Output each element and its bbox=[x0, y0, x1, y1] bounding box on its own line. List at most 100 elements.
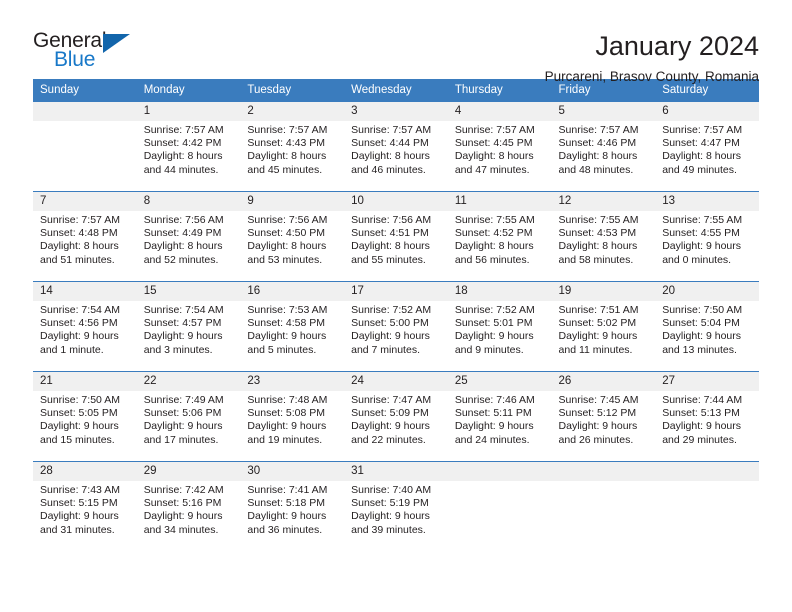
day-cell[interactable]: 13 Sunrise: 7:55 AM Sunset: 4:55 PM Dayligh… bbox=[655, 191, 759, 282]
day-cell[interactable]: 23 Sunrise: 7:48 AM Sunset: 5:08 PM Dayligh… bbox=[240, 371, 345, 462]
sunset-text: Sunset: 5:15 PM bbox=[40, 497, 118, 510]
day-number: 22 bbox=[136, 372, 241, 391]
day-cell[interactable]: 9 Sunrise: 7:56 AM Sunset: 4:50 PM Daylight… bbox=[240, 191, 345, 282]
sunrise-text: Sunrise: 7:40 AM bbox=[351, 484, 432, 496]
daylight-text-cont: and 19 minutes. bbox=[247, 433, 323, 446]
sunset-text: Sunset: 4:53 PM bbox=[558, 227, 637, 240]
day-number: 10 bbox=[344, 192, 448, 211]
day-cell[interactable]: 22 Sunrise: 7:49 AM Sunset: 5:06 PM Dayligh… bbox=[136, 371, 241, 462]
day-cell[interactable]: 27 Sunrise: 7:44 AM Sunset: 5:13 PM Dayligh… bbox=[655, 371, 759, 462]
day-cell[interactable]: 25 Sunrise: 7:46 AM Sunset: 5:11 PM Dayligh… bbox=[447, 371, 552, 462]
day-cell[interactable]: 16 Sunrise: 7:53 AM Sunset: 4:58 PM Dayligh… bbox=[240, 281, 345, 372]
day-cell-inner: 5 Sunrise: 7:57 AM Sunset: 4:46 PM Daylight… bbox=[551, 102, 656, 191]
day-number: 18 bbox=[447, 282, 552, 301]
day-cell[interactable]: 11 Sunrise: 7:55 AM Sunset: 4:52 PM Dayligh… bbox=[447, 191, 552, 282]
day-cell-inner: 19 Sunrise: 7:51 AM Sunset: 5:02 PM Dayligh… bbox=[551, 282, 656, 371]
day-details: Sunrise: 7:50 AM Sunset: 5:04 PM Daylight:… bbox=[655, 301, 759, 357]
daylight-text: Daylight: 8 hours bbox=[558, 150, 638, 163]
day-details: Sunrise: 7:48 AM Sunset: 5:08 PM Daylight:… bbox=[240, 391, 344, 447]
day-cell-inner: 31 Sunrise: 7:40 AM Sunset: 5:19 PM Dayligh… bbox=[344, 462, 448, 552]
day-cell[interactable]: 2 Sunrise: 7:57 AM Sunset: 4:43 PM Daylight… bbox=[240, 101, 345, 192]
sunrise-text: Sunrise: 7:56 AM bbox=[351, 214, 432, 226]
day-cell[interactable]: 20 Sunrise: 7:50 AM Sunset: 5:04 PM Dayligh… bbox=[655, 281, 759, 372]
day-number: 14 bbox=[33, 282, 137, 301]
day-cell-inner: 10 Sunrise: 7:56 AM Sunset: 4:51 PM Dayligh… bbox=[344, 192, 448, 281]
sunset-text: Sunset: 5:09 PM bbox=[351, 407, 429, 420]
sunset-text: Sunset: 5:19 PM bbox=[351, 497, 429, 510]
daylight-text-cont: and 34 minutes. bbox=[143, 523, 219, 536]
sunset-text: Sunset: 4:47 PM bbox=[662, 137, 740, 150]
daylight-text: Daylight: 9 hours bbox=[40, 420, 119, 433]
daylight-text-cont: and 36 minutes. bbox=[247, 523, 323, 536]
daylight-text-cont: and 24 minutes. bbox=[454, 433, 530, 446]
day-number: 24 bbox=[344, 372, 448, 391]
day-details: Sunrise: 7:54 AM Sunset: 4:57 PM Daylight:… bbox=[137, 301, 241, 357]
day-number: 30 bbox=[240, 462, 345, 481]
daylight-text-cont: and 58 minutes. bbox=[558, 253, 634, 266]
sunset-text: Sunset: 5:06 PM bbox=[143, 407, 222, 420]
sunrise-text: Sunrise: 7:49 AM bbox=[143, 394, 224, 406]
daylight-text-cont: and 56 minutes. bbox=[454, 253, 530, 266]
day-number: 9 bbox=[240, 192, 345, 211]
sunrise-text: Sunrise: 7:57 AM bbox=[558, 124, 639, 136]
day-cell-inner: 7 Sunrise: 7:57 AM Sunset: 4:48 PM Daylight… bbox=[33, 192, 137, 281]
sunset-text: Sunset: 4:50 PM bbox=[247, 227, 326, 240]
day-number bbox=[551, 462, 656, 481]
daylight-text: Daylight: 8 hours bbox=[351, 150, 430, 163]
sunrise-text: Sunrise: 7:56 AM bbox=[247, 214, 328, 226]
sunrise-text: Sunrise: 7:57 AM bbox=[662, 124, 743, 136]
day-details: Sunrise: 7:42 AM Sunset: 5:16 PM Daylight:… bbox=[137, 481, 241, 537]
day-cell[interactable]: 10 Sunrise: 7:56 AM Sunset: 4:51 PM Dayligh… bbox=[344, 191, 448, 282]
day-details: Sunrise: 7:57 AM Sunset: 4:46 PM Daylight:… bbox=[552, 121, 656, 177]
day-cell[interactable]: 17 Sunrise: 7:52 AM Sunset: 5:00 PM Dayligh… bbox=[344, 281, 448, 372]
day-cell[interactable]: 14 Sunrise: 7:54 AM Sunset: 4:56 PM Dayligh… bbox=[33, 281, 137, 372]
day-cell[interactable]: 7 Sunrise: 7:57 AM Sunset: 4:48 PM Daylight… bbox=[33, 191, 137, 282]
day-cell[interactable]: 4 Sunrise: 7:57 AM Sunset: 4:45 PM Daylight… bbox=[447, 101, 552, 192]
sunset-text: Sunset: 5:16 PM bbox=[143, 497, 222, 510]
day-cell[interactable]: 1 Sunrise: 7:57 AM Sunset: 4:42 PM Daylight… bbox=[136, 101, 241, 192]
sunset-text: Sunset: 5:18 PM bbox=[247, 497, 326, 510]
sunrise-text: Sunrise: 7:48 AM bbox=[247, 394, 328, 406]
daylight-text-cont: and 17 minutes. bbox=[143, 433, 219, 446]
daylight-text: Daylight: 9 hours bbox=[351, 420, 430, 433]
day-cell[interactable]: 31 Sunrise: 7:40 AM Sunset: 5:19 PM Dayligh… bbox=[344, 461, 448, 552]
sunrise-text: Sunrise: 7:57 AM bbox=[40, 214, 120, 226]
day-cell[interactable]: 5 Sunrise: 7:57 AM Sunset: 4:46 PM Daylight… bbox=[551, 101, 656, 192]
day-cell[interactable]: 15 Sunrise: 7:54 AM Sunset: 4:57 PM Dayligh… bbox=[136, 281, 241, 372]
day-cell[interactable]: 26 Sunrise: 7:45 AM Sunset: 5:12 PM Dayligh… bbox=[551, 371, 656, 462]
calendar-page: General Blue January 2024 Purcareni, Bra… bbox=[0, 0, 792, 612]
sunrise-text: Sunrise: 7:52 AM bbox=[454, 304, 535, 316]
day-number: 12 bbox=[551, 192, 656, 211]
daylight-text: Daylight: 8 hours bbox=[40, 240, 119, 253]
day-cell-inner: 8 Sunrise: 7:56 AM Sunset: 4:49 PM Daylight… bbox=[136, 192, 241, 281]
triangle-icon bbox=[103, 34, 130, 53]
day-cell[interactable]: 12 Sunrise: 7:55 AM Sunset: 4:53 PM Dayligh… bbox=[551, 191, 656, 282]
day-cell[interactable]: 19 Sunrise: 7:51 AM Sunset: 5:02 PM Dayligh… bbox=[551, 281, 656, 372]
page-subtitle: Purcareni, Brasov County, Romania bbox=[544, 69, 759, 85]
sunset-text: Sunset: 5:11 PM bbox=[454, 407, 532, 420]
day-cell[interactable]: 6 Sunrise: 7:57 AM Sunset: 4:47 PM Daylight… bbox=[655, 101, 759, 192]
day-cell[interactable]: 28 Sunrise: 7:43 AM Sunset: 5:15 PM Dayligh… bbox=[33, 461, 137, 552]
day-cell[interactable]: 18 Sunrise: 7:52 AM Sunset: 5:01 PM Dayligh… bbox=[447, 281, 552, 372]
day-cell-empty bbox=[551, 461, 656, 552]
daylight-text: Daylight: 9 hours bbox=[247, 510, 327, 523]
calendar-body: 1 Sunrise: 7:57 AM Sunset: 4:42 PM Daylight… bbox=[33, 101, 759, 552]
daylight-text: Daylight: 9 hours bbox=[40, 330, 119, 343]
day-cell[interactable]: 24 Sunrise: 7:47 AM Sunset: 5:09 PM Dayligh… bbox=[344, 371, 448, 462]
sunrise-text: Sunrise: 7:43 AM bbox=[40, 484, 120, 496]
title-block: January 2024 Purcareni, Brasov County, R… bbox=[544, 30, 759, 85]
general-blue-logo[interactable]: General Blue bbox=[33, 30, 143, 76]
daylight-text-cont: and 7 minutes. bbox=[351, 343, 420, 356]
sunrise-text: Sunrise: 7:57 AM bbox=[454, 124, 535, 136]
day-details: Sunrise: 7:56 AM Sunset: 4:49 PM Daylight:… bbox=[137, 211, 241, 267]
day-details: Sunrise: 7:49 AM Sunset: 5:06 PM Daylight:… bbox=[137, 391, 241, 447]
day-cell[interactable]: 3 Sunrise: 7:57 AM Sunset: 4:44 PM Daylight… bbox=[344, 101, 448, 192]
day-cell[interactable]: 8 Sunrise: 7:56 AM Sunset: 4:49 PM Daylight… bbox=[136, 191, 241, 282]
day-number: 23 bbox=[240, 372, 345, 391]
sunset-text: Sunset: 4:51 PM bbox=[351, 227, 429, 240]
day-cell[interactable]: 29 Sunrise: 7:42 AM Sunset: 5:16 PM Dayligh… bbox=[136, 461, 241, 552]
day-number: 13 bbox=[655, 192, 759, 211]
day-cell[interactable]: 30 Sunrise: 7:41 AM Sunset: 5:18 PM Dayligh… bbox=[240, 461, 345, 552]
sunset-text: Sunset: 4:57 PM bbox=[143, 317, 222, 330]
day-cell[interactable]: 21 Sunrise: 7:50 AM Sunset: 5:05 PM Dayligh… bbox=[33, 371, 137, 462]
